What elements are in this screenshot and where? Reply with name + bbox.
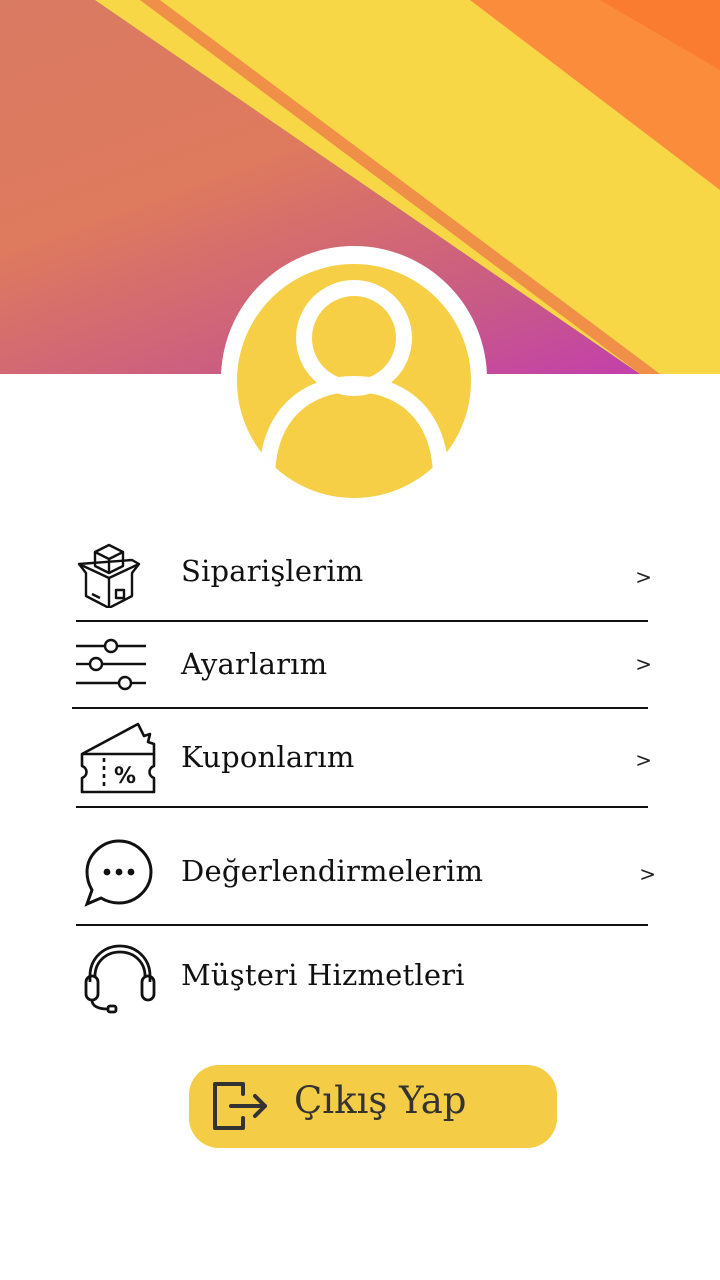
- logout-label: Çıkış Yap: [294, 1079, 467, 1122]
- divider: [76, 924, 648, 926]
- divider: [76, 620, 648, 622]
- chevron-right-icon: >: [635, 652, 652, 676]
- menu-item-label: Siparişlerim: [181, 554, 364, 588]
- coupon-ticket-icon: %: [80, 722, 156, 794]
- menu-item-label: Müşteri Hizmetleri: [181, 958, 465, 992]
- menu-item-label: Kuponlarım: [181, 740, 355, 774]
- chevron-right-icon: >: [639, 862, 656, 886]
- logout-button[interactable]: Çıkış Yap: [189, 1065, 557, 1148]
- chevron-right-icon: >: [635, 748, 652, 772]
- menu-item-label: Değerlendirmelerim: [181, 854, 484, 888]
- chat-bubble-icon: [84, 839, 153, 907]
- user-avatar-icon: [259, 280, 449, 480]
- divider: [76, 806, 648, 808]
- menu-item-reviews[interactable]: Değerlendirmelerim >: [72, 832, 656, 912]
- package-box-icon: [77, 543, 141, 608]
- avatar[interactable]: [237, 264, 471, 498]
- menu-item-label: Ayarlarım: [181, 647, 328, 681]
- menu-item-customer-service[interactable]: Müşteri Hizmetleri: [72, 940, 652, 1014]
- menu-item-orders[interactable]: Siparişlerim >: [72, 540, 652, 612]
- svg-text:%: %: [114, 764, 136, 789]
- logout-icon: [213, 1082, 267, 1130]
- chevron-right-icon: >: [635, 565, 652, 589]
- menu-item-settings[interactable]: Ayarlarım >: [72, 632, 652, 698]
- menu-item-coupons[interactable]: % Kuponlarım >: [72, 718, 652, 798]
- headset-icon: [84, 944, 156, 1014]
- divider: [72, 707, 648, 709]
- sliders-icon: [76, 638, 146, 691]
